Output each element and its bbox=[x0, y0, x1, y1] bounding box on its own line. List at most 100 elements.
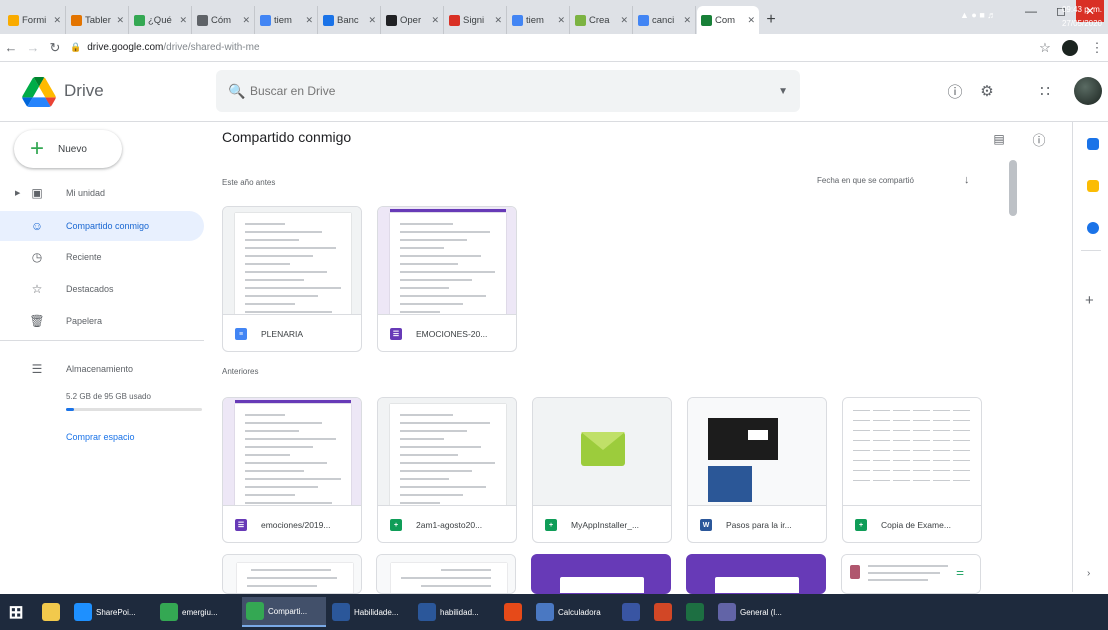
minimize-button[interactable]: — bbox=[1016, 0, 1046, 22]
bookmark-star-icon[interactable]: ☆ bbox=[1034, 37, 1056, 59]
doc-file-icon: ≡ bbox=[235, 328, 247, 340]
taskbar-item[interactable]: Habilidade... bbox=[328, 597, 412, 627]
tab-close-icon[interactable]: ✕ bbox=[53, 15, 61, 26]
sort-direction-arrow-icon[interactable]: ↓ bbox=[964, 174, 970, 186]
expand-panel-chevron-icon[interactable]: › bbox=[1087, 568, 1090, 579]
tab-close-icon[interactable]: ✕ bbox=[305, 15, 313, 26]
add-addon-plus-icon[interactable]: + bbox=[1085, 292, 1094, 309]
browser-tab[interactable]: Cóm ✕ bbox=[193, 6, 255, 34]
forward-button[interactable]: → bbox=[22, 37, 44, 59]
storage-label: Almacenamiento bbox=[66, 364, 134, 374]
drive-logo-icon[interactable] bbox=[22, 77, 56, 107]
account-avatar[interactable] bbox=[1074, 77, 1102, 105]
tab-close-icon[interactable]: ✕ bbox=[747, 15, 755, 26]
sidebar-item-starred[interactable]: ☆ Destacados bbox=[0, 274, 204, 304]
apps-grid-icon[interactable]: ∷ bbox=[1034, 80, 1056, 102]
sidebar-item-trash[interactable]: 🗑 Papelera bbox=[0, 306, 204, 336]
search-input[interactable] bbox=[250, 84, 779, 98]
profile-avatar[interactable] bbox=[1062, 39, 1078, 56]
tab-close-icon[interactable]: ✕ bbox=[431, 15, 439, 26]
file-card[interactable]: ⚌ bbox=[841, 554, 981, 594]
tab-close-icon[interactable]: ✕ bbox=[179, 15, 187, 26]
list-view-icon[interactable]: ▤ bbox=[988, 128, 1010, 150]
taskbar-item[interactable]: Comparti... bbox=[242, 597, 326, 627]
tab-close-icon[interactable]: ✕ bbox=[116, 15, 124, 26]
tab-close-icon[interactable]: ✕ bbox=[242, 15, 250, 26]
taskbar-item[interactable] bbox=[500, 597, 530, 627]
browser-tab[interactable]: ¿Qué ✕ bbox=[130, 6, 192, 34]
sidebar-item-shared-with-me[interactable]: ☺ Compartido conmigo bbox=[0, 211, 204, 241]
file-card[interactable]: + Copia de Exame... bbox=[842, 397, 982, 543]
tab-title: Formi bbox=[22, 14, 47, 26]
expand-arrow-icon[interactable]: ▶ bbox=[15, 189, 20, 197]
url-field[interactable]: 🔒 drive.google.com/drive/shared-with-me bbox=[70, 37, 1034, 59]
browser-tab[interactable]: Com ✕ bbox=[697, 6, 759, 34]
tab-title: Signi bbox=[463, 14, 485, 26]
tab-close-icon[interactable]: ✕ bbox=[620, 15, 628, 26]
tab-favicon-icon bbox=[449, 14, 460, 26]
sidebar-item-my-drive[interactable]: ▶ ▣ Mi unidad bbox=[0, 178, 204, 208]
file-card[interactable]: W Pasos para la ir... bbox=[687, 397, 827, 543]
taskbar-item[interactable] bbox=[682, 597, 712, 627]
taskbar-item-label: Habilidade... bbox=[354, 607, 399, 617]
taskbar-item[interactable]: Calculadora bbox=[532, 597, 616, 627]
browser-tab[interactable]: tiem ✕ bbox=[508, 6, 570, 34]
browser-tab[interactable]: Tabler ✕ bbox=[67, 6, 129, 34]
taskbar-item-label: Comparti... bbox=[268, 606, 308, 616]
settings-gear-icon[interactable]: ⚙ bbox=[976, 80, 998, 102]
file-card[interactable] bbox=[222, 554, 362, 594]
file-card[interactable]: ☰ EMOCIONES-20... bbox=[377, 206, 517, 352]
taskbar-item[interactable]: SharePoi... bbox=[70, 597, 154, 627]
calendar-icon[interactable] bbox=[1087, 138, 1099, 150]
sidebar-item-storage[interactable]: ☰ Almacenamiento bbox=[0, 354, 204, 384]
file-card[interactable]: +2am1-agosto20... bbox=[377, 397, 517, 543]
system-tray[interactable]: ▲ ● ■ ♬ bbox=[960, 10, 996, 20]
file-card[interactable]: ☰ emociones/2019... bbox=[222, 397, 362, 543]
tab-close-icon[interactable]: ✕ bbox=[557, 15, 565, 26]
tab-close-icon[interactable]: ✕ bbox=[683, 15, 691, 26]
tab-close-icon[interactable]: ✕ bbox=[494, 15, 502, 26]
file-card[interactable] bbox=[376, 554, 516, 594]
taskbar-item[interactable] bbox=[650, 597, 680, 627]
vertical-scrollbar[interactable] bbox=[1009, 160, 1017, 216]
new-button[interactable]: + Nuevo bbox=[14, 130, 122, 168]
tab-favicon-icon bbox=[512, 14, 523, 26]
taskbar-item[interactable]: habilidad... bbox=[414, 597, 498, 627]
browser-tab[interactable]: Signi ✕ bbox=[445, 6, 507, 34]
buy-storage-link[interactable]: Comprar espacio bbox=[66, 432, 135, 442]
file-card[interactable] bbox=[531, 554, 671, 594]
taskbar-item[interactable]: emergiu... bbox=[156, 597, 240, 627]
taskbar-clock[interactable]: 09:43 p. m. 27/05/2020 bbox=[1062, 3, 1102, 31]
new-tab-button[interactable]: + bbox=[760, 6, 782, 34]
taskbar-item[interactable]: ⊞ bbox=[0, 597, 36, 627]
keep-icon[interactable] bbox=[1087, 180, 1099, 192]
browser-tab[interactable]: Oper ✕ bbox=[382, 6, 444, 34]
sort-label[interactable]: Fecha en que se compartió bbox=[817, 176, 914, 185]
tab-close-icon[interactable]: ✕ bbox=[368, 15, 376, 26]
browser-tab[interactable]: Formi ✕ bbox=[4, 6, 66, 34]
tab-favicon-icon bbox=[260, 14, 271, 26]
search-options-icon[interactable]: ▼ bbox=[778, 86, 788, 97]
browser-tab[interactable]: canci ✕ bbox=[634, 6, 696, 34]
file-card[interactable] bbox=[686, 554, 826, 594]
reload-button[interactable]: ↻ bbox=[44, 37, 66, 59]
info-icon[interactable]: ⓘ bbox=[1028, 128, 1050, 150]
file-card[interactable]: ≡ PLENARIA bbox=[222, 206, 362, 352]
help-icon[interactable]: ⓘ bbox=[944, 80, 966, 102]
back-button[interactable]: ← bbox=[0, 37, 22, 59]
file-card[interactable]: + MyAppInstaller_... bbox=[532, 397, 672, 543]
search-bar[interactable]: 🔍 ▼ bbox=[216, 70, 800, 112]
browser-tab[interactable]: Crea ✕ bbox=[571, 6, 633, 34]
sidebar-item-recent[interactable]: ◷ Reciente bbox=[0, 242, 204, 272]
browser-menu-icon[interactable]: ⋮ bbox=[1086, 37, 1108, 59]
browser-tab[interactable]: Banc ✕ bbox=[319, 6, 381, 34]
file-name: emociones/2019... bbox=[261, 520, 331, 530]
taskbar-item[interactable]: General (l... bbox=[714, 597, 798, 627]
chrome-icon bbox=[160, 603, 178, 621]
search-icon[interactable]: 🔍 bbox=[228, 83, 250, 100]
taskbar-item[interactable] bbox=[618, 597, 648, 627]
tasks-icon[interactable] bbox=[1087, 222, 1099, 234]
taskbar-item[interactable] bbox=[38, 597, 68, 627]
chrome-icon bbox=[246, 602, 264, 620]
browser-tab[interactable]: tiem ✕ bbox=[256, 6, 318, 34]
